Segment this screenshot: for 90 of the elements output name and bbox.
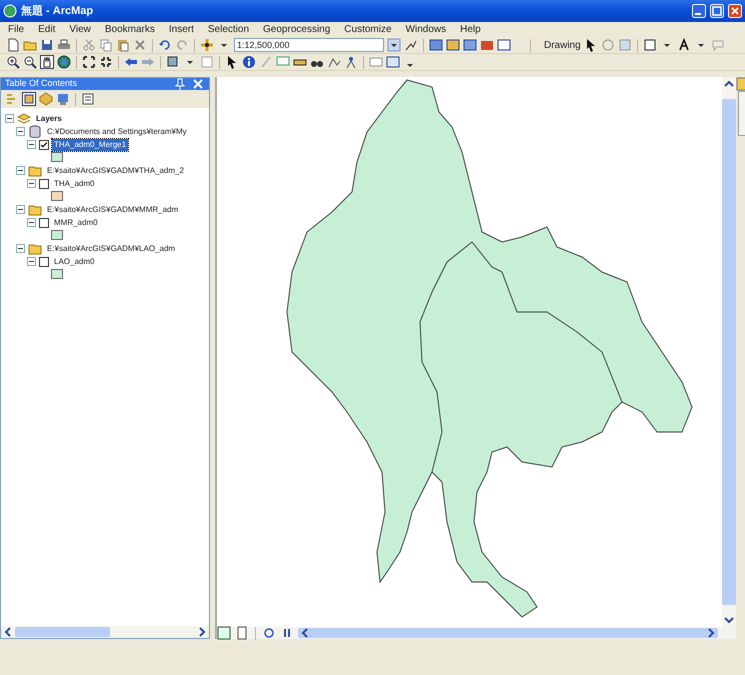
hand-icon[interactable] xyxy=(40,55,54,69)
scrollbar-thumb[interactable] xyxy=(15,627,110,637)
editor-icon[interactable] xyxy=(404,38,418,52)
folder-icon xyxy=(28,164,42,178)
menu-item[interactable]: Customize xyxy=(344,22,392,37)
menu-item[interactable]: File xyxy=(8,22,24,37)
collapse-icon[interactable] xyxy=(16,244,25,253)
collapse-icon[interactable] xyxy=(16,166,25,175)
back-arrow-icon[interactable] xyxy=(124,55,138,69)
menu-item[interactable]: Bookmarks xyxy=(104,22,155,37)
database-icon xyxy=(28,124,42,138)
layer-name[interactable]: MMR_adm0 xyxy=(52,216,100,228)
minimize-icon[interactable] xyxy=(692,4,706,18)
data-source-path: E:¥saito¥ArcGIS¥GADM¥MMR_adm xyxy=(46,204,180,216)
zoom-in-icon[interactable] xyxy=(6,55,20,69)
menu-item[interactable]: Insert xyxy=(168,22,194,37)
panel-title: Table Of Contents xyxy=(5,77,78,90)
go-to-xy-icon[interactable] xyxy=(344,55,358,69)
window-icon[interactable] xyxy=(429,38,443,52)
data-source-path: C:¥Documents and Settings¥teram¥My xyxy=(46,126,188,138)
list-by-selection-icon[interactable] xyxy=(56,92,70,106)
refresh-icon[interactable] xyxy=(262,626,276,640)
undo-icon[interactable] xyxy=(158,38,172,52)
drawing-menu[interactable]: Drawing xyxy=(544,38,581,52)
window-icon[interactable] xyxy=(463,38,477,52)
symbol-swatch[interactable] xyxy=(51,230,63,240)
zoom-in-fixed-icon[interactable] xyxy=(82,55,96,69)
data-view-icon[interactable] xyxy=(217,626,231,640)
menu-item[interactable]: Windows xyxy=(406,22,446,37)
layer-name[interactable]: THA_adm0 xyxy=(52,178,96,190)
layer-name[interactable]: LAO_adm0 xyxy=(52,256,96,268)
viewer-icon[interactable] xyxy=(386,55,400,69)
add-data-icon[interactable] xyxy=(200,38,214,52)
close-icon[interactable] xyxy=(191,77,205,91)
collapse-icon[interactable] xyxy=(27,179,36,188)
zoom-out-icon[interactable] xyxy=(23,55,37,69)
layout-view-icon[interactable] xyxy=(235,626,249,640)
horizontal-scrollbar[interactable] xyxy=(298,628,718,638)
layers-icon xyxy=(17,112,31,126)
collapse-icon[interactable] xyxy=(5,114,14,123)
pin-icon[interactable] xyxy=(173,77,187,91)
layer-checkbox[interactable] xyxy=(39,218,49,228)
scale-field[interactable]: 1:12,500,000 xyxy=(234,38,384,52)
info-icon[interactable] xyxy=(242,55,256,69)
rectangle-icon[interactable] xyxy=(642,38,657,52)
clipboard-icon[interactable] xyxy=(116,38,130,52)
folder-icon xyxy=(28,242,42,256)
data-source-path: E:¥saito¥ArcGIS¥GADM¥THA_adm_2 xyxy=(46,164,185,176)
layer-checkbox[interactable] xyxy=(39,178,49,188)
layer-name[interactable]: THA_adm0_Merge1 xyxy=(52,138,128,150)
folder-icon xyxy=(28,202,42,216)
print-icon[interactable] xyxy=(57,38,71,52)
symbol-swatch[interactable] xyxy=(51,269,63,279)
symbol-swatch[interactable] xyxy=(51,152,63,162)
list-by-source-icon[interactable] xyxy=(22,92,36,106)
layer-checkbox[interactable] xyxy=(39,256,49,266)
collapse-icon[interactable] xyxy=(16,127,25,136)
zoom-out-fixed-icon[interactable] xyxy=(99,55,113,69)
collapse-icon[interactable] xyxy=(27,218,36,227)
menu-item[interactable]: Help xyxy=(460,22,481,37)
dropdown-caret-icon[interactable] xyxy=(387,38,401,52)
globe-icon xyxy=(3,4,17,18)
menu-item[interactable]: Geoprocessing xyxy=(263,22,330,37)
window-icon[interactable] xyxy=(446,38,460,52)
close-icon[interactable] xyxy=(728,4,742,18)
horizontal-scrollbar[interactable] xyxy=(1,626,209,638)
menu-item[interactable]: View xyxy=(69,22,91,37)
maximize-icon[interactable] xyxy=(710,4,724,18)
new-document-icon[interactable] xyxy=(6,38,20,52)
select-features-icon[interactable] xyxy=(166,55,180,69)
collapse-icon[interactable] xyxy=(27,140,36,149)
scale-value: 1:12,500,000 xyxy=(237,39,291,51)
symbol-swatch[interactable] xyxy=(51,191,63,201)
layer-checkbox[interactable] xyxy=(39,140,49,150)
toolbox-icon[interactable] xyxy=(480,38,494,52)
check-icon xyxy=(40,140,48,148)
collapse-icon[interactable] xyxy=(27,257,36,266)
time-slider-icon[interactable] xyxy=(369,55,383,69)
text-icon[interactable] xyxy=(676,38,691,52)
collapse-icon[interactable] xyxy=(16,205,25,214)
save-icon[interactable] xyxy=(40,38,54,52)
options-icon[interactable] xyxy=(81,92,95,106)
layers-label: Layers xyxy=(35,112,63,124)
window-icon[interactable] xyxy=(497,38,511,52)
data-source-path: E:¥saito¥ArcGIS¥GADM¥LAO_adm xyxy=(46,242,176,254)
globe-icon[interactable] xyxy=(57,55,71,69)
menu-item[interactable]: Edit xyxy=(38,22,56,37)
delete-icon[interactable] xyxy=(133,38,147,52)
window-title: 無題 - ArcMap xyxy=(21,4,94,19)
menu-item[interactable]: Selection xyxy=(208,22,250,37)
